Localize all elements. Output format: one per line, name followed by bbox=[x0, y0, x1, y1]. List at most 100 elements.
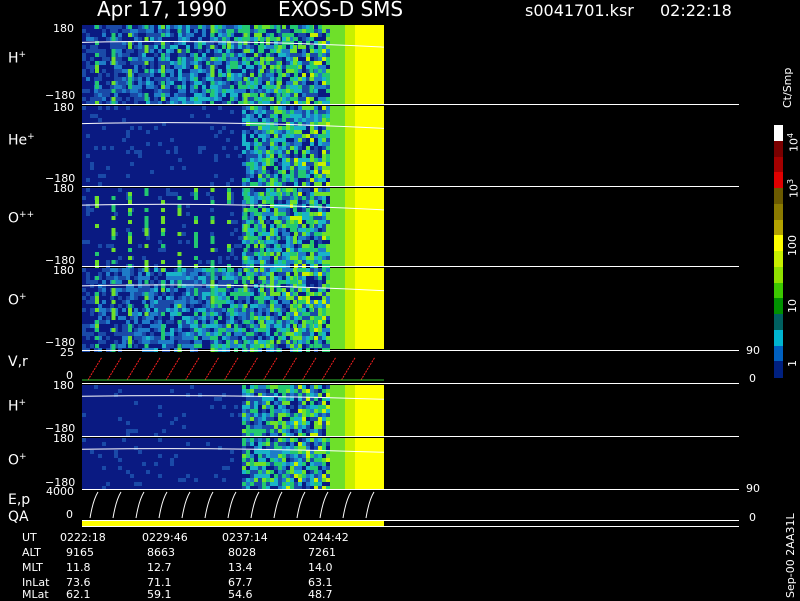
spectrogram-cell bbox=[242, 122, 246, 126]
spectrogram-cell bbox=[278, 134, 282, 138]
spectrogram-cell bbox=[282, 25, 286, 29]
spectrogram-cell bbox=[226, 61, 230, 65]
spectrogram-cell bbox=[250, 69, 254, 73]
spectrogram-cell bbox=[242, 150, 246, 154]
spectrogram-cell bbox=[138, 29, 142, 33]
spectrogram-cell bbox=[274, 442, 278, 446]
spectrogram-cell bbox=[182, 57, 186, 61]
spectrogram-cell bbox=[266, 336, 270, 340]
spectrogram-cell bbox=[318, 308, 322, 312]
spectrogram-cell bbox=[166, 89, 170, 93]
spectrogram-cell bbox=[222, 272, 226, 276]
spectrogram-cell bbox=[266, 110, 270, 114]
spectrogram-cell bbox=[230, 61, 234, 65]
spectrogram-cell bbox=[302, 409, 306, 413]
spectrogram-cell bbox=[294, 216, 298, 220]
spectrogram-cell bbox=[170, 300, 174, 304]
spectrogram-cell bbox=[286, 57, 290, 61]
spectrogram-cell bbox=[118, 332, 122, 336]
spectrogram-cell bbox=[86, 292, 90, 296]
spectrogram-cell bbox=[254, 260, 258, 264]
spectrogram-cell bbox=[170, 33, 174, 37]
spectrogram-cell bbox=[262, 138, 266, 142]
spectrogram-cell bbox=[250, 204, 254, 208]
spectrogram-cell bbox=[194, 188, 198, 192]
spectrogram-cell bbox=[250, 154, 254, 158]
spectrogram-cell bbox=[298, 442, 302, 446]
spectrogram-cell bbox=[86, 154, 90, 158]
spectrogram-cell bbox=[242, 454, 246, 458]
spectrogram-cell bbox=[310, 413, 314, 417]
spectrogram-cell bbox=[270, 413, 274, 417]
spectrogram-cell bbox=[222, 93, 226, 97]
spectrogram-cell bbox=[270, 97, 274, 101]
spectrogram-cell bbox=[318, 162, 322, 166]
spectrogram-cell bbox=[214, 332, 218, 336]
spectrogram-cell bbox=[250, 429, 254, 433]
spectrogram-cell bbox=[118, 417, 122, 421]
spectrogram-cell bbox=[266, 232, 270, 236]
spectrogram-cell bbox=[298, 53, 302, 57]
spectrogram-cell bbox=[306, 77, 310, 81]
spectrogram-cell bbox=[111, 61, 116, 65]
spectrogram-cell bbox=[178, 89, 182, 93]
spectrogram-cell bbox=[242, 429, 246, 433]
spectrogram-cell bbox=[318, 268, 322, 272]
spectrogram-cell bbox=[138, 73, 142, 77]
spectrogram-cell bbox=[95, 65, 99, 69]
spectrogram-cell bbox=[98, 89, 102, 93]
colorbar-label: 1 bbox=[786, 360, 799, 367]
spectrogram-cell bbox=[290, 332, 294, 336]
spectrogram-cell bbox=[186, 65, 190, 69]
spectrogram-cell bbox=[238, 308, 242, 312]
spectrogram-cell bbox=[290, 296, 294, 300]
spectrogram-cell bbox=[190, 324, 194, 328]
spectrogram-cell bbox=[278, 332, 282, 336]
spectrogram-cell bbox=[318, 385, 322, 389]
spectrogram-cell bbox=[310, 232, 314, 236]
spectrogram-cell bbox=[274, 118, 278, 122]
spectrogram-cell bbox=[234, 328, 238, 332]
spectrogram-cell bbox=[134, 332, 138, 336]
spectrogram-cell bbox=[326, 97, 330, 101]
spectrogram-cell bbox=[186, 212, 190, 216]
spectrogram-cell bbox=[306, 474, 310, 478]
spectrogram-cell bbox=[214, 29, 218, 33]
spectrogram-cell bbox=[246, 296, 250, 300]
spectrogram-cell bbox=[98, 272, 102, 276]
spectrogram-cell bbox=[126, 288, 130, 292]
spectrogram-cell bbox=[302, 260, 306, 264]
spectrogram-cell bbox=[274, 134, 278, 138]
spectrogram-cell bbox=[238, 37, 242, 41]
spectrogram-cell bbox=[226, 300, 230, 304]
spectrogram-cell bbox=[298, 462, 302, 466]
spectrogram-cell bbox=[314, 29, 318, 33]
spectrogram-cell bbox=[102, 57, 106, 61]
colorbar-label: 10 bbox=[786, 299, 799, 313]
spectrogram-cell bbox=[266, 417, 270, 421]
spectrogram-cell bbox=[322, 212, 326, 216]
spectrogram-cell bbox=[262, 166, 266, 170]
spectrogram-cell bbox=[258, 89, 262, 93]
footer-cell: 0237:14 bbox=[222, 531, 268, 544]
spectrogram-cell bbox=[226, 296, 230, 300]
spectrogram-cell bbox=[206, 336, 210, 340]
spectrogram-cell bbox=[266, 200, 270, 204]
spectrogram-cell bbox=[227, 268, 231, 272]
spectrogram-cell bbox=[258, 25, 262, 29]
spectrogram-cell bbox=[222, 288, 226, 292]
spectrogram-cell bbox=[270, 118, 274, 122]
spectrogram-cell bbox=[210, 77, 214, 81]
spectrogram-cell bbox=[138, 97, 142, 101]
spectrogram-cell bbox=[186, 73, 190, 77]
spectrogram-cell bbox=[194, 478, 198, 482]
spectrogram-cell bbox=[302, 53, 306, 57]
spectrogram-cell bbox=[210, 268, 215, 272]
spectrogram-cell bbox=[182, 77, 186, 81]
spectrogram-cell bbox=[227, 308, 231, 312]
spectrogram-cell bbox=[158, 474, 162, 478]
spectrogram-cell bbox=[114, 454, 118, 458]
spectrogram-cell bbox=[198, 65, 202, 69]
spectrogram-cell bbox=[266, 462, 270, 466]
spectrogram-cell bbox=[102, 33, 106, 37]
